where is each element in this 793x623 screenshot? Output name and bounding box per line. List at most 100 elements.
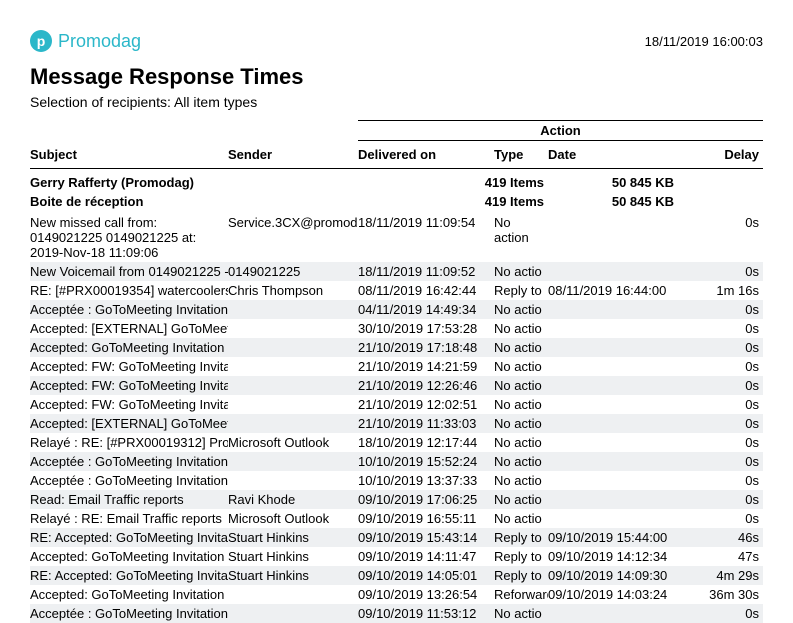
cell-type: Reforward	[494, 585, 548, 604]
cell-subject: Accepted: FW: GoToMeeting Invitation - [	[30, 376, 228, 395]
cell-delay: 0s	[678, 395, 763, 414]
cell-type: No actio	[494, 395, 548, 414]
table-row: Acceptée : GoToMeeting Invitation - [#PR…	[30, 300, 763, 319]
table-row: Relayé : RE: Email Traffic reportsMicros…	[30, 509, 763, 528]
cell-date: 09/10/2019 15:44:00	[548, 528, 678, 547]
cell-delay: 0s	[678, 509, 763, 528]
cell-subject: Accepted: [EXTERNAL] GoToMeeting Inv	[30, 319, 228, 338]
cell-sender: Service.3CX@promodag.com	[228, 213, 358, 262]
cell-type: No action	[494, 213, 548, 262]
cell-sender	[228, 395, 358, 414]
brand-logo-icon: p	[30, 30, 52, 52]
cell-subject: Acceptée : GoToMeeting Invitation - [#PR	[30, 604, 228, 623]
cell-subject: Accepted: GoToMeeting Invitation - [#PR	[30, 338, 228, 357]
cell-date: 09/10/2019 14:12:34	[548, 547, 678, 566]
cell-sender: Stuart Hinkins	[228, 547, 358, 566]
cell-type: No actio	[494, 509, 548, 528]
cell-date	[548, 319, 678, 338]
cell-type: Reply to	[494, 566, 548, 585]
table-row: Acceptée : GoToMeeting Invitation - [#PR…	[30, 452, 763, 471]
cell-delivered: 09/10/2019 15:43:14	[358, 528, 494, 547]
cell-delivered: 10/10/2019 13:37:33	[358, 471, 494, 490]
cell-delivered: 18/11/2019 11:09:54	[358, 213, 494, 262]
cell-subject: RE: [#PRX00019354] watercoolers	[30, 281, 228, 300]
cell-delay: 36m 30s	[678, 585, 763, 604]
cell-type: No actio	[494, 319, 548, 338]
group-row: Gerry Rafferty (Promodag) 419 Items 50 8…	[30, 169, 763, 193]
cell-delivered: 04/11/2019 14:49:34	[358, 300, 494, 319]
cell-subject: New missed call from: 0149021225 0149021…	[30, 213, 228, 262]
cell-delivered: 09/10/2019 16:55:11	[358, 509, 494, 528]
cell-date: 08/11/2019 16:44:00	[548, 281, 678, 300]
table-header-cols: Subject Sender Delivered on Type Date De…	[30, 141, 763, 169]
report-timestamp: 18/11/2019 16:00:03	[645, 34, 763, 49]
header-action: Action	[358, 121, 763, 141]
table-row: Accepted: FW: GoToMeeting Invitation - […	[30, 395, 763, 414]
cell-sender	[228, 300, 358, 319]
cell-type: No actio	[494, 357, 548, 376]
cell-subject: RE: Accepted: GoToMeeting Invitation - [	[30, 566, 228, 585]
cell-sender	[228, 585, 358, 604]
group-folder-name: Boite de réception	[30, 192, 358, 213]
cell-date	[548, 300, 678, 319]
cell-sender	[228, 452, 358, 471]
cell-sender	[228, 376, 358, 395]
cell-delivered: 21/10/2019 14:21:59	[358, 357, 494, 376]
brand-logo: p Promodag	[30, 30, 141, 52]
report-page: p Promodag 18/11/2019 16:00:03 Message R…	[0, 0, 793, 623]
cell-subject: Accepted: [EXTERNAL] GoToMeeting Inv	[30, 414, 228, 433]
response-times-table: Action Subject Sender Delivered on Type …	[30, 120, 763, 623]
cell-date: 09/10/2019 14:09:30	[548, 566, 678, 585]
cell-sender: 0149021225	[228, 262, 358, 281]
cell-delay: 0s	[678, 604, 763, 623]
cell-date	[548, 433, 678, 452]
cell-delay: 0s	[678, 490, 763, 509]
cell-delivered: 08/11/2019 16:42:44	[358, 281, 494, 300]
report-subtitle: Selection of recipients: All item types	[30, 94, 763, 110]
cell-type: Reply to	[494, 281, 548, 300]
cell-delay: 0s	[678, 471, 763, 490]
cell-delivered: 09/10/2019 17:06:25	[358, 490, 494, 509]
cell-subject: Relayé : RE: Email Traffic reports	[30, 509, 228, 528]
cell-delay: 0s	[678, 262, 763, 281]
cell-sender	[228, 471, 358, 490]
cell-type: Reply to	[494, 547, 548, 566]
cell-sender	[228, 338, 358, 357]
cell-type: No actio	[494, 376, 548, 395]
cell-date	[548, 262, 678, 281]
table-row: Accepted: FW: GoToMeeting Invitation - […	[30, 357, 763, 376]
cell-delivered: 09/10/2019 11:53:12	[358, 604, 494, 623]
table-row: Accepted: GoToMeeting Invitation - [#PR 2…	[30, 338, 763, 357]
cell-sender: Stuart Hinkins	[228, 528, 358, 547]
table-row: Accepted: GoToMeeting Invitation - [#PRS…	[30, 547, 763, 566]
cell-type: Reply to	[494, 528, 548, 547]
header-type: Type	[494, 141, 548, 169]
cell-type: No actio	[494, 338, 548, 357]
cell-date: 09/10/2019 14:03:24	[548, 585, 678, 604]
cell-delivered: 10/10/2019 15:52:24	[358, 452, 494, 471]
group-folder-items: 419 Items	[358, 192, 548, 213]
cell-subject: RE: Accepted: GoToMeeting Invitation - [	[30, 528, 228, 547]
table-row: Acceptée : GoToMeeting Invitation - [#PR…	[30, 471, 763, 490]
cell-delivered: 21/10/2019 17:18:48	[358, 338, 494, 357]
cell-delay: 0s	[678, 319, 763, 338]
table-header-section: Action	[30, 121, 763, 141]
cell-date	[548, 509, 678, 528]
group-folder-size: 50 845 KB	[548, 192, 678, 213]
cell-date	[548, 490, 678, 509]
cell-sender	[228, 319, 358, 338]
group-folder-row: Boite de réception 419 Items 50 845 KB	[30, 192, 763, 213]
header-date: Date	[548, 141, 678, 169]
cell-sender: Chris Thompson	[228, 281, 358, 300]
cell-type: No actio	[494, 452, 548, 471]
cell-sender: Stuart Hinkins	[228, 566, 358, 585]
cell-subject: New Voicemail from 0149021225 - 01490	[30, 262, 228, 281]
cell-delay: 4m 29s	[678, 566, 763, 585]
cell-sender: Microsoft Outlook	[228, 509, 358, 528]
header-delivered: Delivered on	[358, 141, 494, 169]
table-row: Accepted: [EXTERNAL] GoToMeeting Inv21/1…	[30, 414, 763, 433]
cell-type: No actio	[494, 604, 548, 623]
cell-delay: 0s	[678, 376, 763, 395]
cell-date	[548, 376, 678, 395]
table-row: New missed call from: 0149021225 0149021…	[30, 213, 763, 262]
